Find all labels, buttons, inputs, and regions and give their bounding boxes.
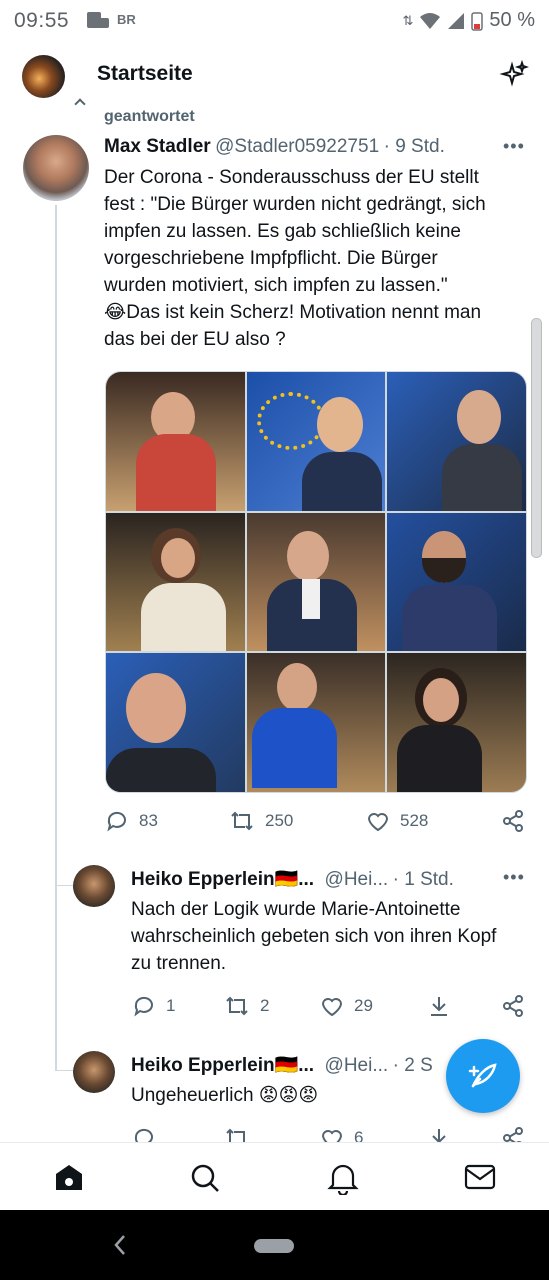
photo-9 (387, 653, 526, 792)
page-title: Startseite (97, 62, 193, 85)
author-name[interactable]: Max Stadler (104, 136, 211, 157)
retweet-button[interactable]: 2 (224, 994, 269, 1018)
reply-actions-partial: 6 (132, 1126, 549, 1142)
retweet-button[interactable]: 250 (229, 809, 293, 833)
share-icon[interactable] (501, 809, 525, 838)
retweet-icon (231, 811, 253, 831)
reply-icon (107, 811, 126, 832)
reply-avatar[interactable] (73, 1051, 115, 1093)
search-icon[interactable] (189, 1162, 221, 1199)
bottom-navigation (0, 1142, 549, 1211)
reply-line: Ungeheuerlich 😡😡😡 (131, 1085, 319, 1106)
like-button[interactable]: 29 (320, 994, 373, 1018)
photo-7 (106, 653, 245, 792)
reply-author[interactable]: Heiko Epperlein🇩🇪... (131, 869, 314, 890)
tweet-line: Der Corona - Sonderausschuss der EU stel… (104, 167, 479, 188)
tweet-time: · 9 Std. (383, 136, 445, 157)
heart-icon[interactable] (320, 1126, 344, 1142)
reply-text: Nach der Logik wurde Marie-Antoinette wa… (131, 896, 531, 977)
reply-header: Heiko Epperlein🇩🇪... @Hei... · 1 Std. (131, 867, 454, 891)
tweet-line: das bei der EU also ? (104, 329, 286, 350)
reply-time: · 1 Std. (392, 869, 454, 890)
sparkle-icon[interactable] (499, 59, 530, 90)
tweet-line: wurden motiviert, sich impfen zu lassen.… (104, 275, 448, 296)
more-options-icon[interactable]: ••• (503, 136, 525, 157)
download-icon[interactable] (427, 994, 451, 1023)
compose-button[interactable] (446, 1039, 520, 1113)
back-chevron-icon[interactable] (112, 1233, 128, 1262)
like-count: 29 (354, 996, 373, 1015)
photo-1 (106, 372, 245, 511)
tweet-line: 😂Das ist kein Scherz! Motivation nennt m… (104, 302, 482, 323)
tweet-header: Max Stadler @Stadler05922751 · 9 Std. (104, 136, 445, 158)
reply-line: Nach der Logik wurde Marie-Antoinette (131, 899, 461, 920)
reply-handle[interactable]: @Hei... (325, 869, 389, 890)
author-avatar[interactable] (23, 135, 89, 201)
reply-button[interactable]: 83 (105, 809, 158, 833)
photo-6 (387, 512, 526, 652)
tweet-line: impfen zu lassen. Es gab schließlich kei… (104, 221, 461, 242)
reply-time: · 2 S (392, 1055, 433, 1076)
photo-5 (246, 512, 386, 652)
photo-3 (387, 372, 526, 511)
reply-text: Ungeheuerlich 😡😡😡 (131, 1082, 318, 1109)
system-navigation-bar (0, 1210, 549, 1280)
like-button[interactable]: 528 (366, 809, 428, 833)
reply-handle[interactable]: @Hei... (325, 1055, 389, 1076)
messages-envelope-icon[interactable] (464, 1163, 496, 1196)
reply-count: 83 (139, 811, 158, 830)
more-options-icon[interactable]: ••• (503, 867, 525, 888)
reply-header: Heiko Epperlein🇩🇪... @Hei... · 2 S (131, 1053, 433, 1077)
tweet-media[interactable] (105, 371, 527, 793)
photo-2 (246, 372, 386, 511)
like-count: 528 (400, 811, 429, 830)
reply-line: wahrscheinlich gebeten sich von ihren Ko… (131, 926, 497, 947)
scrollbar-thumb[interactable] (531, 318, 542, 558)
thread-connector (55, 885, 75, 886)
home-pill[interactable] (254, 1239, 294, 1253)
reply-avatar[interactable] (73, 865, 115, 907)
retweet-icon (226, 996, 248, 1016)
reply-button[interactable]: 1 (132, 994, 175, 1018)
reply-icon (134, 996, 153, 1017)
thread-connector (55, 1070, 75, 1071)
tweet-line: vorgeschriebene Impfpflicht. Die Bürger (104, 248, 438, 269)
retweet-context: geantwortet (104, 108, 195, 125)
like-count: 6 (354, 1128, 364, 1142)
author-handle[interactable]: @Stadler05922751 (215, 136, 379, 157)
reply-icon[interactable] (132, 1126, 156, 1142)
retweet-count: 2 (260, 996, 270, 1015)
reply-line: zu trennen. (131, 953, 227, 974)
reply-author[interactable]: Heiko Epperlein🇩🇪... (131, 1055, 314, 1076)
tweet-line: fest : "Die Bürger wurden nicht gedrängt… (104, 194, 486, 215)
thread-line (55, 205, 57, 1040)
heart-icon (321, 998, 343, 1017)
photo-8 (246, 653, 386, 792)
thread-line (55, 1039, 57, 1071)
tweet-text: Der Corona - Sonderausschuss der EU stel… (104, 164, 514, 353)
share-icon[interactable] (501, 1126, 525, 1142)
photo-4 (106, 512, 245, 652)
share-icon[interactable] (501, 994, 525, 1023)
notifications-bell-icon[interactable] (327, 1161, 359, 1200)
home-icon[interactable] (53, 1162, 85, 1199)
heart-icon (367, 813, 389, 832)
retweet-count: 250 (265, 811, 294, 830)
compose-feather-icon (468, 1063, 497, 1088)
download-icon[interactable] (427, 1126, 451, 1142)
retweet-icon[interactable] (224, 1126, 250, 1142)
reply-count: 1 (166, 996, 176, 1015)
